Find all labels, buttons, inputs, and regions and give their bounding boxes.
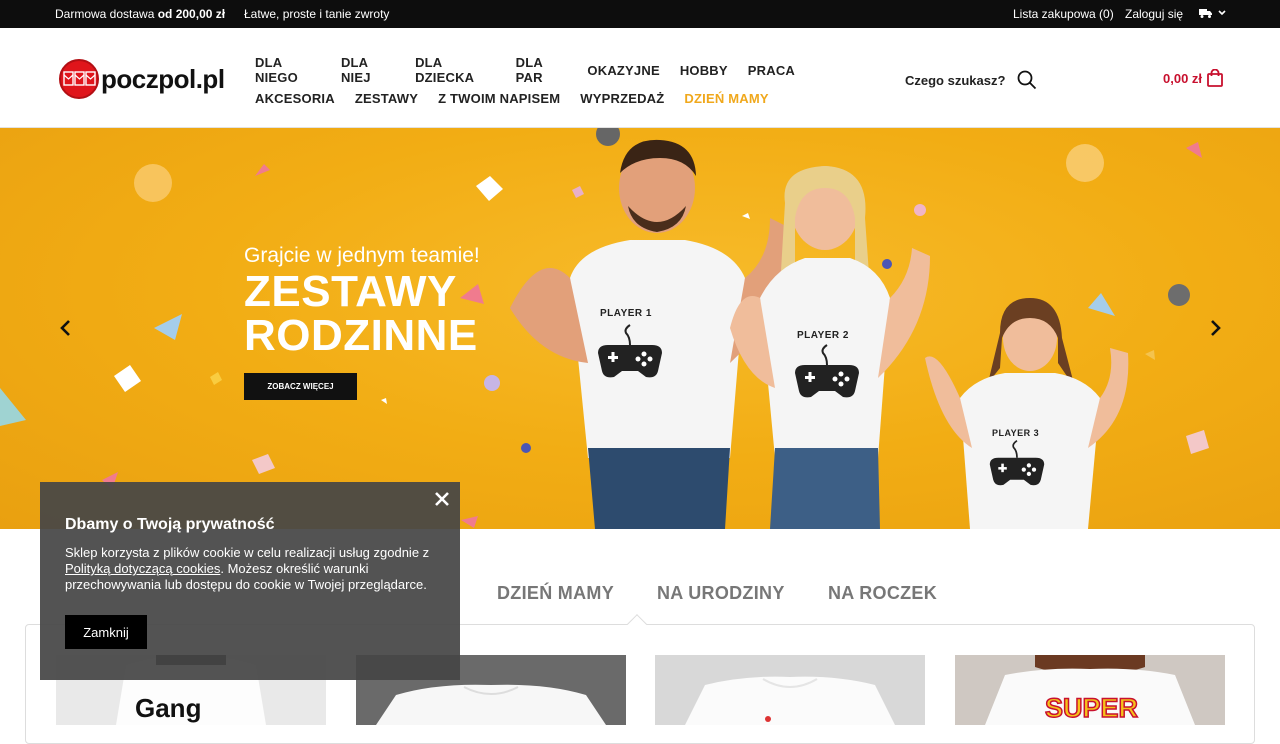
hero-banner[interactable]: PLAYER 1 PLAYER 2 PLAYER 3 Grajcie w jed…: [0, 128, 1280, 529]
free-shipping-text: Darmowa dostawa: [55, 7, 158, 21]
cookie-accept-button[interactable]: Zamknij: [65, 615, 147, 649]
nav-item-praca[interactable]: PRACA: [748, 63, 795, 78]
cookie-close-button[interactable]: [432, 489, 452, 509]
logo[interactable]: poczpol.pl: [59, 59, 225, 99]
nav-item-dzień-mamy[interactable]: DZIEŃ MAMY: [684, 91, 768, 106]
search-trigger[interactable]: Czego szukasz?: [905, 70, 1037, 90]
nav-item-akcesoria[interactable]: AKCESORIA: [255, 91, 335, 106]
shirt-label-player3: PLAYER 3: [992, 428, 1040, 438]
nav-item-okazyjne[interactable]: OKAZYJNE: [587, 63, 659, 78]
hero-people-image: [510, 139, 1129, 529]
chevron-right-icon: [1211, 320, 1221, 336]
cookie-consent-popup: Dbamy o Twoją prywatność Sklep korzysta …: [40, 482, 460, 680]
login-link[interactable]: Zaloguj się: [1125, 7, 1183, 21]
shirt-label-player1: PLAYER 1: [600, 308, 652, 319]
hero-title: ZESTAWY RODZINNE: [244, 270, 478, 358]
carousel-next-button[interactable]: [1205, 318, 1225, 338]
cookie-text-part1: Sklep korzysta z plików cookie w celu re…: [65, 545, 430, 560]
hero-subtitle: Grajcie w jednym teamie!: [244, 244, 480, 267]
top-bar: Darmowa dostawa od 200,00 zł Łatwe, pros…: [0, 0, 1280, 28]
product-card[interactable]: SUPER: [955, 655, 1225, 725]
tab-na-urodziny[interactable]: NA URODZINY: [657, 583, 785, 604]
logo-mark: [59, 59, 99, 99]
cart-button[interactable]: 0,00 zł: [1163, 69, 1223, 87]
nav-item-hobby[interactable]: HOBBY: [680, 63, 728, 78]
nav-item-z-twoim-napisem[interactable]: Z TWOIM NAPISEM: [438, 91, 560, 106]
nav-row-2: AKCESORIA ZESTAWY Z TWOIM NAPISEM WYPRZEDAŻ…: [255, 84, 815, 112]
chevron-left-icon: [60, 320, 70, 336]
free-shipping-info: Darmowa dostawa od 200,00 zł: [55, 7, 225, 21]
truck-icon: [1199, 9, 1212, 18]
carousel-prev-button[interactable]: [56, 318, 76, 338]
free-shipping-amount: od 200,00 zł: [157, 7, 226, 21]
hero-title-line1: ZESTAWY: [244, 267, 457, 316]
nav-row-1: DLA NIEGO DLA NIEJ DLA DZIECKA DLA PAR OKAZY…: [255, 55, 815, 85]
cookie-policy-link[interactable]: Polityką dotyczącą cookies: [65, 561, 220, 576]
tab-dzien-mamy[interactable]: DZIEŃ MAMY: [497, 583, 614, 604]
nav-item-wyprzedaż[interactable]: WYPRZEDAŻ: [580, 91, 664, 106]
product-print-text: Gang: [135, 693, 202, 723]
logo-text: poczpol.pl: [101, 63, 225, 94]
close-icon: [435, 492, 449, 506]
product-print-text: SUPER: [1044, 692, 1139, 724]
wishlist-link[interactable]: Lista zakupowa (0): [1013, 7, 1114, 21]
cookie-title: Dbamy o Twoją prywatność: [65, 516, 275, 533]
search-icon: [1018, 70, 1037, 90]
hero-title-line2: RODZINNE: [244, 311, 478, 360]
nav-item-dla-niej[interactable]: DLA NIEJ: [341, 55, 395, 85]
hero-cta-button[interactable]: ZOBACZ WIĘCEJ: [244, 373, 357, 400]
shirt-label-player2: PLAYER 2: [797, 330, 849, 341]
logo-envelopes-icon: [63, 71, 96, 86]
cart-total: 0,00 zł: [1163, 70, 1203, 86]
nav-item-dla-niego[interactable]: DLA NIEGO: [255, 55, 321, 85]
search-label: Czego szukasz?: [905, 72, 1006, 88]
cookie-text: Sklep korzysta z plików cookie w celu re…: [65, 545, 440, 593]
site-header: poczpol.pl DLA NIEGO DLA NIEJ DLA DZIECKA D…: [0, 28, 1280, 128]
shopping-bag-icon: [1207, 69, 1223, 87]
nav-item-dla-par[interactable]: DLA PAR: [516, 55, 568, 85]
nav-item-zestawy[interactable]: ZESTAWY: [355, 91, 418, 106]
product-card[interactable]: [655, 655, 925, 725]
main-nav: DLA NIEGO DLA NIEJ DLA DZIECKA DLA PAR OKAZY…: [255, 55, 815, 112]
product-image: [685, 676, 895, 725]
nav-item-dla-dziecka[interactable]: DLA DZIECKA: [415, 55, 496, 85]
shipping-country-dropdown[interactable]: [1199, 7, 1226, 21]
chevron-down-icon: [1218, 10, 1226, 16]
returns-info: Łatwe, proste i tanie zwroty: [244, 7, 390, 21]
tab-na-roczek[interactable]: NA ROCZEK: [828, 583, 937, 604]
